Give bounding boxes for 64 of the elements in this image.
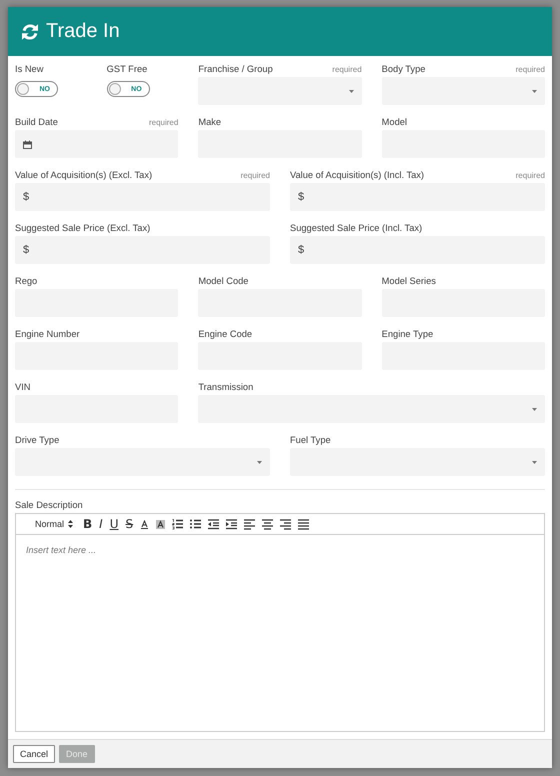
input-field[interactable]: $ (15, 236, 270, 264)
rich-text-editor[interactable]: Normal B I U S Insert text here ... (15, 513, 545, 732)
editor-placeholder: Insert text here ... (25, 544, 98, 557)
background-color-icon[interactable] (156, 520, 166, 528)
select-field[interactable] (198, 77, 362, 105)
field-label: Fuel Type (290, 435, 331, 445)
caret-icon (257, 460, 262, 464)
field-label: Model Code (198, 276, 248, 286)
field-label: Model (382, 117, 407, 127)
indent-icon[interactable] (226, 518, 238, 530)
field-label: Drive Type (15, 435, 60, 445)
outdent-icon[interactable] (208, 518, 220, 530)
field-label: Engine Number (15, 329, 80, 339)
field-label: Is New (15, 64, 44, 74)
select-field[interactable] (15, 448, 270, 476)
align-left-icon[interactable] (244, 518, 256, 530)
style-dropdown[interactable]: Normal (35, 518, 74, 530)
select-field[interactable] (198, 395, 545, 423)
date-field[interactable] (15, 130, 178, 158)
sort-caret-icon (68, 520, 74, 528)
caret-icon (532, 408, 537, 410)
caret-icon (532, 460, 537, 464)
input-field[interactable]: $ (290, 183, 545, 211)
field-label: Body Type (382, 64, 426, 74)
underline-button[interactable]: U (110, 518, 119, 530)
bullet-list-icon[interactable] (190, 518, 202, 530)
field-label: Make (198, 117, 222, 127)
required-note: required (516, 171, 545, 180)
bold-button[interactable]: B (83, 518, 92, 530)
italic-button[interactable]: I (99, 518, 103, 530)
required-note: required (240, 171, 270, 180)
calendar-icon (23, 140, 32, 148)
field-label: Suggested Sale Price (Excl. Tax) (15, 223, 150, 233)
align-right-icon[interactable] (280, 518, 292, 530)
field-label: Build Date (15, 117, 58, 127)
field-label: Engine Code (198, 329, 252, 339)
select-field[interactable] (290, 448, 545, 476)
required-note: required (516, 65, 545, 74)
select-field[interactable] (382, 77, 545, 105)
dialog-title: Trade In (46, 20, 120, 43)
field-label: GST Free (106, 64, 148, 74)
dialog-button[interactable]: Cancel (13, 745, 56, 763)
ordered-list-icon[interactable] (172, 518, 184, 530)
justify-icon[interactable] (298, 518, 310, 530)
caret-icon (348, 90, 354, 92)
field-label: Value of Acquisition(s) (Incl. Tax) (290, 170, 424, 180)
required-note: required (332, 65, 362, 74)
caret-icon (532, 90, 537, 92)
field-label: Franchise / Group (198, 64, 273, 74)
font-color-icon[interactable] (140, 520, 150, 528)
align-center-icon[interactable] (262, 518, 274, 530)
required-note: required (148, 118, 178, 127)
refresh-icon (20, 22, 40, 42)
field-label: Suggested Sale Price (Incl. Tax) (290, 223, 422, 233)
field-label: Engine Type (382, 329, 434, 339)
field-label: VIN (15, 382, 30, 392)
strike-button[interactable]: S (126, 518, 134, 530)
input-field[interactable]: $ (15, 183, 270, 211)
input-field[interactable]: $ (290, 236, 545, 264)
field-label: Rego (15, 276, 38, 286)
field-label: Transmission (198, 382, 254, 392)
field-label: Model Series (382, 276, 436, 286)
field-label: Value of Acquisition(s) (Excl. Tax) (15, 170, 152, 180)
field-label: Sale Description (15, 499, 84, 510)
